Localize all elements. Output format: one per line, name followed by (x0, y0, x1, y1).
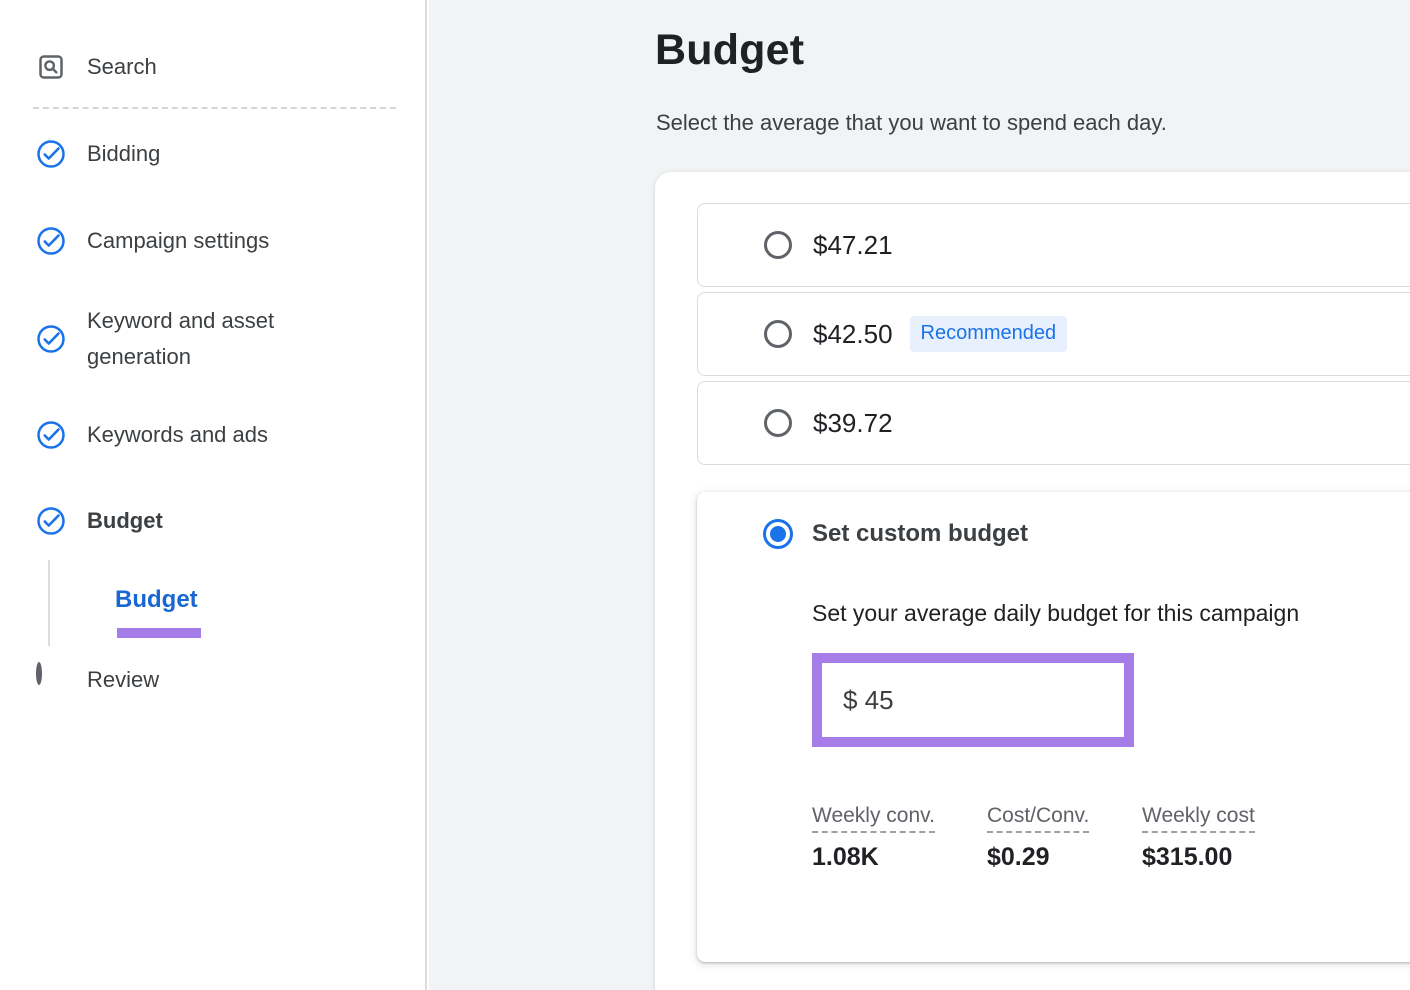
budget-sheet: $47.21 $42.50 Recommended $39.72 Set cus… (655, 172, 1410, 990)
check-circle-icon (36, 420, 66, 450)
stat-label-tooltip[interactable]: Weekly cost (1142, 804, 1255, 833)
sidebar-item-label: Keyword and asset generation (87, 303, 319, 375)
sidebar-item-keywords-and-ads[interactable]: Keywords and ads (36, 417, 406, 453)
budget-step-content: Budget Select the average that you want … (429, 0, 1410, 990)
substep-indent-line (48, 560, 50, 646)
stat-label-tooltip[interactable]: Weekly conv. (812, 804, 935, 833)
sidebar-item-bidding[interactable]: Bidding (36, 136, 406, 172)
stat-value: 1.08K (812, 843, 987, 872)
wizard-sidebar: Search Bidding Campaign settings (0, 0, 427, 990)
radio-unselected-icon[interactable] (764, 409, 792, 437)
sidebar-item-label: Review (87, 663, 159, 697)
budget-option-row[interactable]: $47.21 (697, 203, 1410, 287)
sidebar-item-budget[interactable]: Budget (36, 503, 406, 539)
budget-forecast-stats: Weekly conv. 1.08K Cost/Conv. $0.29 Week… (812, 804, 1255, 872)
empty-circle-icon (36, 665, 66, 695)
sidebar-divider (33, 107, 396, 109)
custom-budget-card: Set custom budget Set your average daily… (697, 492, 1410, 962)
page-title: Budget (655, 26, 804, 75)
budget-option-amount: $47.21 (813, 230, 893, 261)
stat-weekly-cost: Weekly cost $315.00 (1142, 804, 1255, 872)
custom-budget-description: Set your average daily budget for this c… (812, 600, 1299, 627)
check-circle-icon (36, 324, 66, 354)
check-circle-icon (36, 506, 66, 536)
active-substep-highlight-bar (117, 628, 201, 638)
custom-budget-label: Set custom budget (812, 520, 1028, 548)
page-subtitle: Select the average that you want to spen… (656, 110, 1167, 136)
sidebar-item-campaign-settings[interactable]: Campaign settings (36, 223, 406, 259)
budget-option-row[interactable]: $39.72 (697, 381, 1410, 465)
sidebar-subitem-budget[interactable]: Budget (115, 586, 198, 614)
custom-budget-option[interactable]: Set custom budget (763, 519, 1028, 549)
search-in-box-icon (36, 52, 66, 82)
radio-unselected-icon[interactable] (764, 320, 792, 348)
daily-budget-input[interactable] (822, 663, 1124, 737)
recommended-badge: Recommended (910, 316, 1068, 352)
stat-value: $315.00 (1142, 843, 1255, 872)
campaign-wizard-page: Search Bidding Campaign settings (0, 0, 1410, 990)
check-circle-icon (36, 139, 66, 169)
budget-option-amount: $39.72 (813, 408, 893, 439)
sidebar-item-keyword-asset-generation[interactable]: Keyword and asset generation (36, 302, 406, 376)
sidebar-item-review[interactable]: Review (36, 662, 406, 698)
sidebar-item-label: Bidding (87, 137, 160, 171)
stat-value: $0.29 (987, 843, 1142, 872)
sidebar-item-label: Budget (87, 504, 163, 538)
stat-weekly-conv: Weekly conv. 1.08K (812, 804, 987, 872)
budget-option-amount: $42.50 (813, 319, 893, 350)
radio-selected-icon[interactable] (763, 519, 793, 549)
sidebar-item-label: Search (87, 50, 157, 84)
stat-label-tooltip[interactable]: Cost/Conv. (987, 804, 1089, 833)
budget-option-row[interactable]: $42.50 Recommended (697, 292, 1410, 376)
radio-unselected-icon[interactable] (764, 231, 792, 259)
sidebar-item-label: Campaign settings (87, 224, 269, 258)
sidebar-item-label: Keywords and ads (87, 418, 268, 452)
stat-cost-per-conv: Cost/Conv. $0.29 (987, 804, 1142, 872)
budget-input-highlight-border (812, 653, 1134, 747)
check-circle-icon (36, 226, 66, 256)
sidebar-item-search[interactable]: Search (36, 49, 406, 85)
